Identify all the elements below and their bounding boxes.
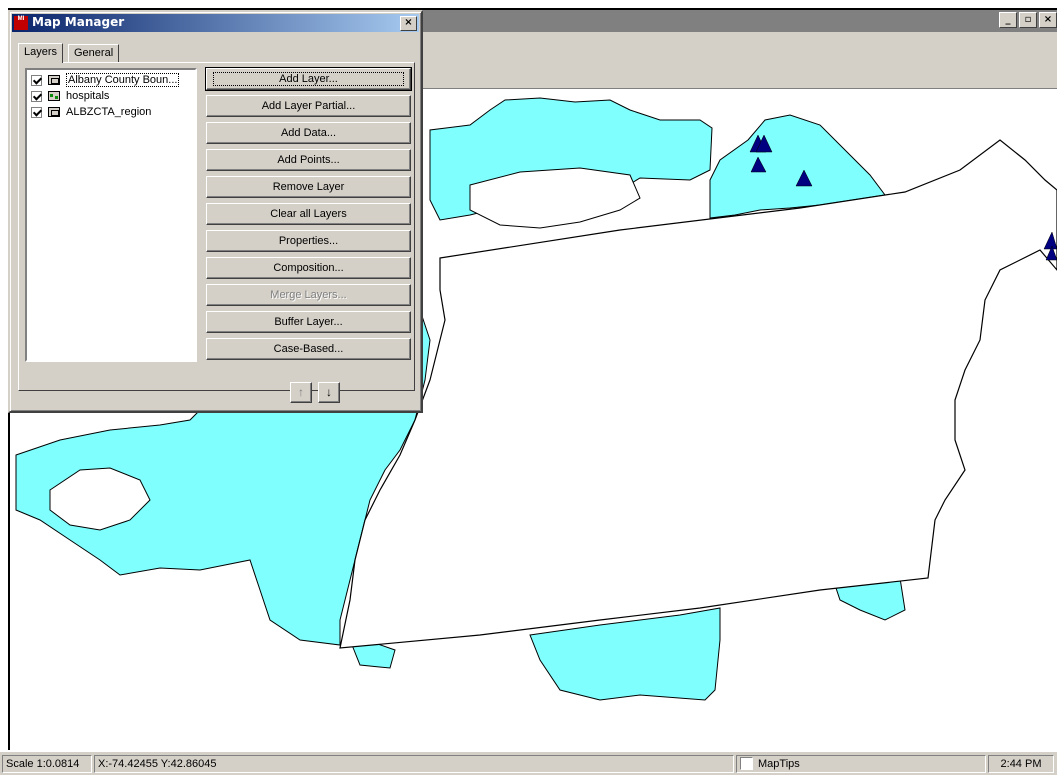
layer-label: ALBZCTA_region [66, 106, 152, 118]
region-layer-icon [48, 75, 60, 85]
move-layer-down-button[interactable]: ↓ [318, 382, 340, 403]
merge-layers-button: Merge Layers... [206, 284, 411, 306]
layer-label: Albany County Boun... [66, 73, 180, 87]
layer-label: hospitals [66, 90, 110, 102]
map-manager-titlebar[interactable]: MI Map Manager × [12, 14, 419, 32]
case-based-button[interactable]: Case-Based... [206, 338, 411, 360]
layer-visibility-checkbox[interactable] [31, 74, 42, 86]
maptips-label: MapTips [758, 758, 800, 770]
layer-list[interactable]: Albany County Boun... hospitals ALBZCTA_… [25, 68, 197, 362]
move-layer-up-button[interactable]: ↑ [290, 382, 312, 403]
remove-layer-button[interactable]: Remove Layer [206, 176, 411, 198]
points-layer-icon [48, 91, 60, 101]
add-layer-partial-button[interactable]: Add Layer Partial... [206, 95, 411, 117]
add-data-button[interactable]: Add Data... [206, 122, 411, 144]
close-icon[interactable]: × [400, 16, 417, 31]
coordinate-readout: X:-74.42455 Y:42.86045 [94, 755, 734, 773]
layer-item[interactable]: ALBZCTA_region [31, 105, 151, 119]
restore-button[interactable]: ▫ [1019, 12, 1037, 28]
maptips-toggle[interactable]: MapTips [736, 755, 986, 773]
map-manager-dialog: MI Map Manager × Layers General Albany C… [8, 10, 423, 413]
maptips-checkbox[interactable] [740, 756, 753, 770]
add-points-button[interactable]: Add Points... [206, 149, 411, 171]
composition-button[interactable]: Composition... [206, 257, 411, 279]
close-main-button[interactable]: × [1039, 12, 1057, 28]
buffer-layer-button[interactable]: Buffer Layer... [206, 311, 411, 333]
region-layer-icon [48, 107, 60, 117]
scale-readout: Scale 1:0.0814 [2, 755, 92, 773]
layer-visibility-checkbox[interactable] [31, 106, 42, 118]
arrow-up-icon: ↑ [298, 385, 304, 399]
dialog-title: Map Manager [32, 15, 125, 29]
minimize-button[interactable]: _ [999, 12, 1017, 28]
clear-all-layers-button[interactable]: Clear all Layers [206, 203, 411, 225]
layer-visibility-checkbox[interactable] [31, 90, 42, 102]
main-window-controls: _ ▫ × [999, 12, 1057, 28]
add-layer-button[interactable]: Add Layer... [205, 67, 412, 91]
clock: 2:44 PM [988, 755, 1054, 773]
properties-button[interactable]: Properties... [206, 230, 411, 252]
layer-item[interactable]: Albany County Boun... [31, 73, 180, 87]
add-layer-label: Add Layer... [213, 72, 404, 86]
tab-general[interactable]: General [68, 44, 120, 62]
layer-item[interactable]: hospitals [31, 89, 109, 103]
status-bar: Scale 1:0.0814 X:-74.42455 Y:42.86045 Ma… [0, 751, 1057, 775]
tab-layers[interactable]: Layers [18, 43, 64, 63]
app-logo-icon: MI [14, 16, 28, 30]
arrow-down-icon: ↓ [326, 385, 332, 399]
